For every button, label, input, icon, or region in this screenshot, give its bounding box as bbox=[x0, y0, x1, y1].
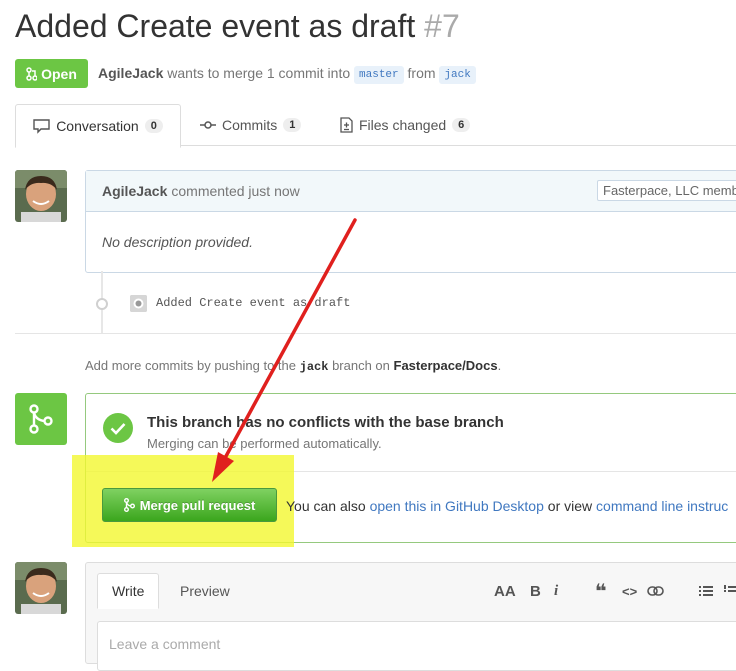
unordered-list-icon[interactable] bbox=[699, 585, 713, 597]
text-size-icon[interactable]: AA bbox=[494, 583, 516, 600]
link-icon[interactable] bbox=[647, 585, 664, 597]
annotation-arrow bbox=[212, 218, 357, 482]
bold-icon[interactable]: B bbox=[530, 583, 541, 600]
editor-tabs: Write Preview AA B i ❝ <> bbox=[86, 563, 736, 609]
avatar-current-user[interactable] bbox=[15, 562, 67, 614]
avatar-image bbox=[15, 562, 67, 614]
code-icon[interactable]: <> bbox=[622, 584, 637, 599]
quote-icon[interactable]: ❝ bbox=[595, 579, 607, 604]
tab-preview[interactable]: Preview bbox=[166, 573, 244, 609]
comment-textarea[interactable]: Leave a comment bbox=[97, 621, 736, 671]
ordered-list-icon[interactable] bbox=[724, 585, 736, 597]
tab-write[interactable]: Write bbox=[97, 573, 160, 609]
italic-icon[interactable]: i bbox=[554, 583, 558, 600]
